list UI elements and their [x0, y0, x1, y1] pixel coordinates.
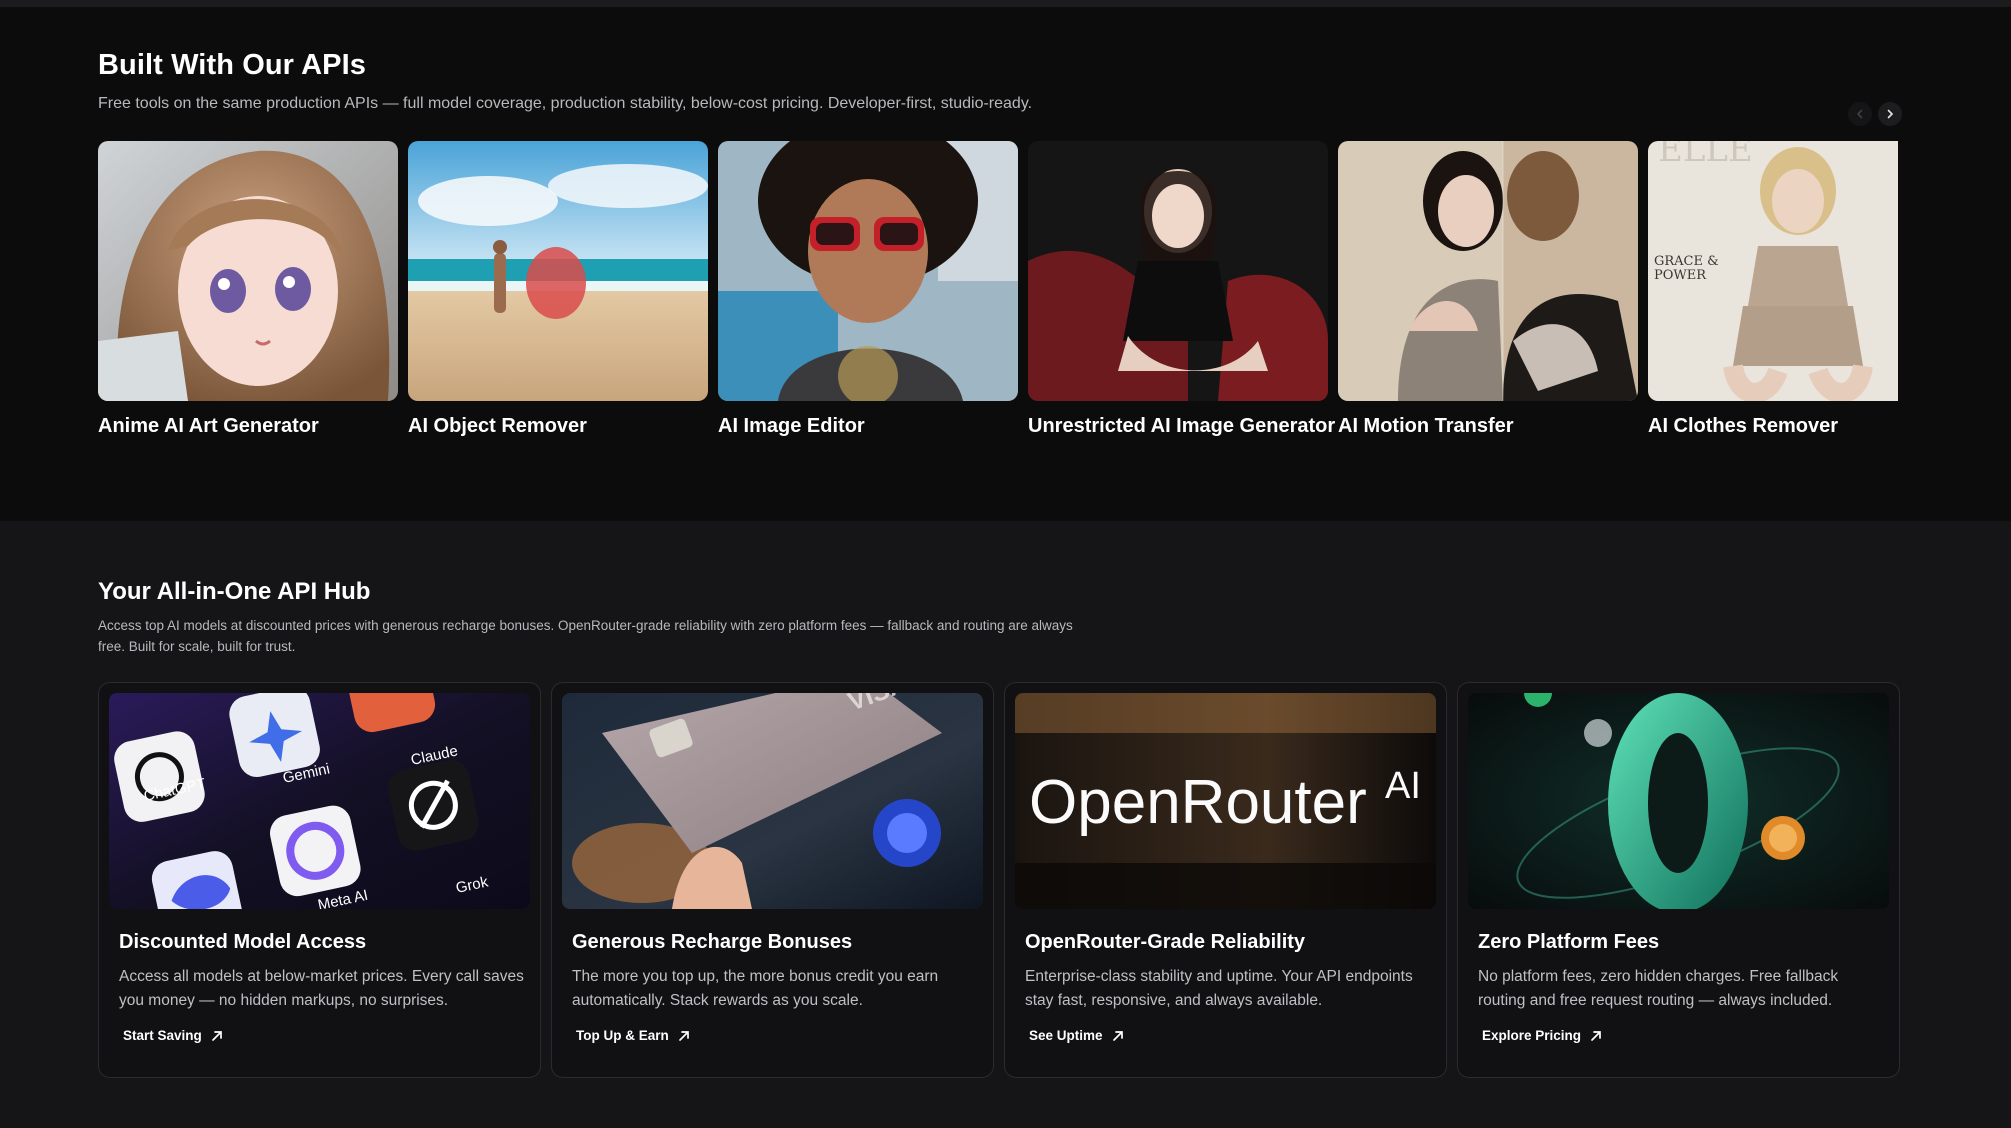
top-border	[0, 0, 2011, 7]
api-hub-section: Your All-in-One API Hub Access top AI mo…	[0, 521, 2011, 1128]
credit-card-image: VISA	[562, 693, 983, 909]
chevron-left-icon	[1856, 109, 1863, 119]
tool-image	[408, 141, 708, 401]
tool-carousel: Anime AI Art Generator AI Object Remover…	[98, 141, 1898, 461]
tool-card-unrestricted-ai-image-generator[interactable]: Unrestricted AI Image Generator	[1028, 141, 1336, 438]
feature-card-generous-recharge-bonuses: VISA Generous Recharge Bonuses The more …	[551, 682, 994, 1078]
feature-card-discounted-model-access: ChatGPT Gemini Claude Grok Meta AI Disco…	[98, 682, 541, 1078]
arrow-up-right-icon	[211, 1030, 222, 1041]
zero-fees-image	[1468, 693, 1889, 909]
card-description: The more you top up, the more bonus cred…	[572, 968, 939, 1009]
card-title: OpenRouter-Grade Reliability	[1025, 931, 1306, 953]
feature-card-zero-platform-fees: Zero Platform Fees No platform fees, zer…	[1457, 682, 1900, 1078]
card-title: Generous Recharge Bonuses	[572, 931, 853, 953]
card-description: No platform fees, zero hidden charges. F…	[1478, 968, 1839, 1009]
top-up-earn-link[interactable]: Top Up & Earn	[576, 1028, 691, 1043]
card-description: Enterprise-class stability and uptime. Y…	[1025, 968, 1413, 1009]
carousel-next-button[interactable]	[1878, 102, 1902, 126]
card-title: Discounted Model Access	[119, 931, 367, 953]
explore-pricing-link[interactable]: Explore Pricing	[1482, 1028, 1603, 1043]
card-link-label: See Uptime	[1029, 1028, 1103, 1043]
carousel-nav	[1848, 102, 1902, 126]
section-description: Access top AI models at discounted price…	[98, 618, 1073, 654]
openrouter-image: OpenRouter AI	[1015, 693, 1436, 909]
magazine-cover-text: GRACE & POWER	[1654, 254, 1719, 283]
tool-label: Unrestricted AI Image Generator	[1028, 415, 1336, 437]
tool-label: AI Clothes Remover	[1648, 415, 1839, 437]
card-link-label: Explore Pricing	[1482, 1028, 1582, 1043]
tool-card-ai-object-remover[interactable]: AI Object Remover	[408, 141, 708, 438]
section-title: Built With Our APIs	[98, 49, 366, 81]
tool-card-ai-motion-transfer[interactable]: AI Motion Transfer	[1338, 141, 1638, 438]
tool-label: AI Image Editor	[718, 415, 865, 437]
carousel-prev-button[interactable]	[1848, 102, 1872, 126]
app-icons-image: ChatGPT Gemini Claude Grok Meta AI	[109, 693, 530, 909]
section-title: Your All-in-One API Hub	[98, 578, 371, 605]
openrouter-ai-wordmark: AI	[1385, 765, 1421, 807]
section-subtitle: Free tools on the same production APIs —…	[98, 95, 1033, 112]
chevron-right-icon	[1887, 109, 1894, 119]
tool-label: AI Object Remover	[408, 415, 587, 437]
tool-image: ELLE GRACE & POWER	[1648, 141, 1898, 401]
card-description: Access all models at below-market prices…	[119, 968, 524, 1009]
tool-image	[1338, 141, 1638, 401]
start-saving-link[interactable]: Start Saving	[123, 1028, 224, 1043]
svg-text:ELLE: ELLE	[1658, 141, 1753, 170]
tool-image	[98, 141, 398, 401]
arrow-up-right-icon	[1591, 1030, 1601, 1041]
tool-label: AI Motion Transfer	[1338, 415, 1514, 437]
openrouter-wordmark: OpenRouter	[1029, 768, 1367, 837]
tool-image	[718, 141, 1018, 401]
arrow-up-right-icon	[678, 1030, 689, 1041]
built-with-apis-section: Built With Our APIs Free tools on the sa…	[0, 7, 2011, 521]
see-uptime-link[interactable]: See Uptime	[1029, 1028, 1125, 1043]
card-link-label: Top Up & Earn	[576, 1028, 669, 1043]
tool-label: Anime AI Art Generator	[98, 415, 319, 437]
feature-card-openrouter-grade-reliability: OpenRouter AI OpenRouter-Grade Reliabili…	[1004, 682, 1447, 1078]
card-link-label: Start Saving	[123, 1028, 202, 1043]
card-title: Zero Platform Fees	[1478, 931, 1660, 953]
arrow-up-right-icon	[1112, 1030, 1123, 1041]
tool-card-anime-ai-art[interactable]: Anime AI Art Generator	[98, 141, 398, 438]
tool-image	[1028, 141, 1328, 401]
tool-card-ai-clothes-remover[interactable]: ELLE GRACE & POWER AI Clothes Remover	[1648, 141, 1898, 438]
tool-card-ai-image-editor[interactable]: AI Image Editor	[718, 141, 1018, 438]
